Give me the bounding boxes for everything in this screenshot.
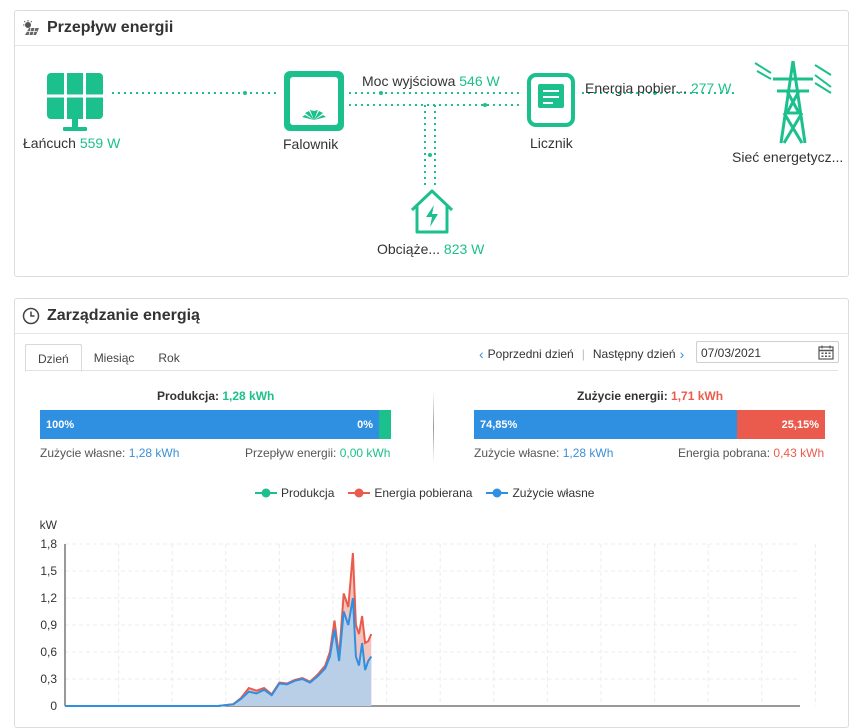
string-value: 559 W — [79, 135, 121, 151]
tab-year[interactable]: Rok — [146, 344, 191, 370]
production-self-use-segment: 100% 0% — [40, 410, 379, 439]
string-label: Łańcuch 559 W — [23, 135, 121, 151]
production-left-pct: 100% — [46, 418, 75, 431]
import-value: 277 W — [690, 80, 732, 96]
output-label: Moc wyjściowa 546 W — [362, 73, 500, 89]
consumption-self-use-segment: 74,85% — [474, 410, 737, 439]
inverter-icon — [284, 71, 344, 131]
energy-management-title: Zarządzanie energią — [47, 307, 200, 324]
consumption-value: 1,71 kWh — [671, 389, 724, 403]
production-self-use: Zużycie własne: 1,28 kWh — [40, 446, 180, 460]
consumption-summary: Zużycie energii: 1,71 kWh — [577, 389, 724, 403]
date-picker[interactable]: 07/03/2021 — [696, 341, 839, 363]
grid-label: Sieć energetycz... — [732, 149, 844, 165]
energy-management-panel: Zarządzanie energią Dzień Miesiąc Rok ‹ … — [14, 298, 849, 728]
load-value: 823 W — [443, 241, 485, 257]
legend-self-use[interactable]: Zużycie własne — [486, 486, 594, 500]
chevron-right-icon[interactable]: › — [680, 346, 685, 362]
load-label: Obciąże... 823 W — [377, 241, 485, 257]
tabs-divider — [25, 370, 838, 371]
consumption-left-pct: 74,85% — [480, 418, 518, 431]
consumption-import-value: 0,43 kWh — [773, 446, 825, 460]
date-value: 07/03/2021 — [701, 346, 762, 360]
power-chart: 0 0,3 0,6 0,9 1,2 1,5 1,8 kW — [40, 518, 816, 713]
day-navigation: ‹ Poprzedni dzień | Następny dzień › — [475, 346, 688, 362]
sun-panel-icon — [21, 18, 41, 38]
legend-self-use-label: Zużycie własne — [512, 486, 595, 500]
energy-flow-header: Przepływ energii — [15, 11, 848, 46]
consumption-bar: 74,85% 25,15% — [474, 410, 825, 439]
solar-panel-icon — [47, 73, 103, 131]
consumption-import-segment: 25,15% — [736, 410, 825, 439]
consumption-self-use: Zużycie własne: 1,28 kWh — [474, 446, 614, 460]
meter-label: Licznik — [530, 135, 573, 151]
y-axis-label: kW — [40, 518, 58, 532]
summary-divider — [433, 391, 434, 463]
energy-flow-title: Przepływ energii — [47, 19, 174, 36]
tab-month[interactable]: Miesiąc — [82, 344, 147, 370]
y-tick-label: 0 — [50, 699, 57, 713]
energy-flow-panel: Przepływ energii Łańcuch 559 W Falownik … — [14, 10, 849, 277]
production-bar: 100% 0% — [40, 410, 391, 439]
production-right-pct: 0% — [357, 418, 373, 431]
legend-production-marker — [255, 488, 277, 498]
period-tabs: Dzień Miesiąc Rok — [25, 344, 192, 372]
y-tick-label: 0,9 — [40, 618, 57, 632]
import-label: Energia pobier... 277 W — [585, 80, 732, 96]
production-export: Przepływ energii: 0,00 kWh — [245, 446, 391, 460]
legend-production-label: Produkcja — [281, 486, 335, 500]
legend-import-label: Energia pobierana — [374, 486, 473, 500]
grid-tower-icon — [754, 60, 832, 144]
production-summary: Produkcja: 1,28 kWh — [157, 389, 275, 403]
meter-icon — [527, 73, 575, 127]
y-tick-label: 1,2 — [40, 591, 57, 605]
y-tick-label: 0,6 — [40, 645, 57, 659]
inverter-label: Falownik — [283, 136, 339, 152]
calendar-icon[interactable] — [818, 345, 834, 360]
energy-flow-diagram: Łańcuch 559 W Falownik Moc wyjściowa 546… — [15, 45, 850, 277]
production-export-value: 0,00 kWh — [339, 446, 391, 460]
output-value: 546 W — [459, 73, 500, 89]
production-export-segment — [379, 410, 391, 439]
legend-production[interactable]: Produkcja — [255, 486, 334, 500]
chart-legend: Produkcja Energia pobierana Zużycie włas… — [255, 486, 608, 500]
consumption-right-pct: 25,15% — [781, 418, 819, 431]
energy-management-header: Zarządzanie energią — [15, 299, 848, 334]
tab-day[interactable]: Dzień — [25, 344, 82, 372]
next-day-link[interactable]: Następny dzień — [593, 347, 676, 361]
production-value: 1,28 kWh — [222, 389, 275, 403]
nav-separator: | — [581, 347, 585, 361]
legend-import[interactable]: Energia pobierana — [348, 486, 472, 500]
y-tick-label: 1,5 — [40, 564, 57, 578]
consumption-self-use-value: 1,28 kWh — [562, 446, 614, 460]
chevron-left-icon[interactable]: ‹ — [479, 346, 484, 362]
clock-icon — [21, 306, 41, 326]
prev-day-link[interactable]: Poprzedni dzień — [488, 347, 574, 361]
house-load-icon — [410, 189, 454, 234]
legend-self-use-marker — [486, 488, 509, 498]
legend-import-marker — [348, 488, 371, 498]
consumption-import: Energia pobrana: 0,43 kWh — [678, 446, 825, 460]
production-self-use-value: 1,28 kWh — [128, 446, 180, 460]
y-tick-label: 0,3 — [40, 672, 57, 686]
y-tick-label: 1,8 — [40, 537, 57, 551]
